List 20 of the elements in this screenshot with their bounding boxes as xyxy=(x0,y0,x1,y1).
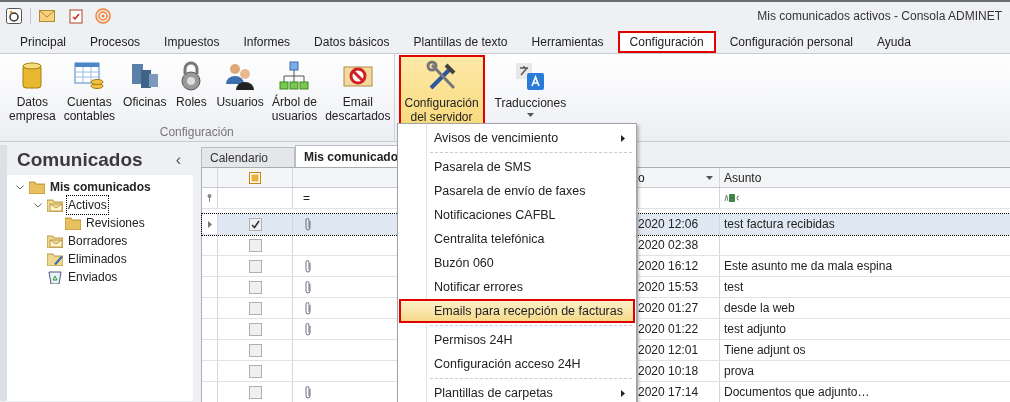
table-cell-text: 2020 15:53 xyxy=(638,279,699,296)
table-cell-text: 2020 10:18 xyxy=(638,363,699,380)
panel-title: Comunicados xyxy=(17,147,143,172)
table-cell-text: 2020 16:12 xyxy=(638,258,699,275)
table-cell-text: Tiene adjunt os xyxy=(724,342,806,359)
table-cell-text: test xyxy=(724,279,744,296)
table-cell-text: desde la web xyxy=(724,300,795,317)
table-cell-text: 2020 12:06 xyxy=(638,216,699,233)
table-cell-text: 2020 12:01 xyxy=(638,342,699,359)
table-cell-text: Este asunto me da mala espina xyxy=(724,258,893,275)
table-cell-text: 2020 01:27 xyxy=(638,300,699,317)
table-cell-text: 2020 01:22 xyxy=(638,321,699,338)
table-cell-text: 2020 02:38 xyxy=(638,237,699,254)
table-cell-text: prova xyxy=(724,363,755,380)
table-cell-text: 2020 17:14 xyxy=(638,384,699,401)
table-cell-text: test factura recibidas xyxy=(724,216,835,233)
group-label: Configuración xyxy=(159,124,234,141)
table-cell-text: Documentos que adjunto… xyxy=(724,384,870,401)
table-cell-text: test adjunto xyxy=(724,321,787,338)
window-title: Mis comunicados activos - Consola ADMINET xyxy=(757,8,1002,25)
